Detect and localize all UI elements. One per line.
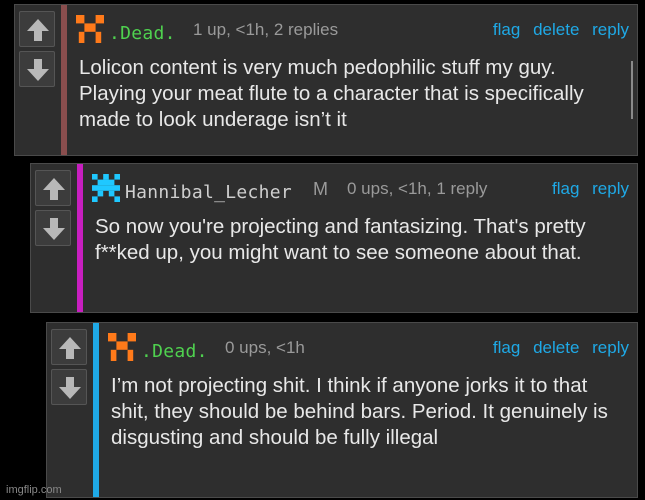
arrow-down-icon (27, 59, 49, 81)
flag-link[interactable]: flag (552, 179, 579, 198)
comment-1: .Dead. 1 up, <1h, 2 replies flag delete … (14, 4, 638, 156)
upvote-button[interactable] (35, 170, 71, 206)
comment-header: Hannibal_Lecher M 0 ups, <1h, 1 reply fl… (91, 170, 629, 204)
orange-pixel-avatar-icon[interactable] (75, 15, 105, 43)
comment-text: So now you're projecting and fantasizing… (95, 215, 586, 264)
comment-2: Hannibal_Lecher M 0 ups, <1h, 1 reply fl… (30, 163, 638, 313)
arrow-up-icon (43, 178, 65, 200)
vote-controls (15, 5, 61, 155)
comment-meta: 0 ups, <1h (225, 338, 305, 357)
scrollbar[interactable] (631, 61, 633, 119)
comment-meta: 0 ups, <1h, 1 reply (347, 179, 488, 198)
comment-text: Lolicon content is very much pedophilic … (79, 56, 584, 131)
delete-link[interactable]: delete (533, 20, 579, 39)
arrow-down-icon (43, 218, 65, 240)
reply-link[interactable]: reply (592, 20, 629, 39)
moderator-badge: M (313, 179, 328, 199)
comment-body: Hannibal_Lecher M 0 ups, <1h, 1 reply fl… (83, 164, 637, 312)
comment-3: .Dead. 0 ups, <1h flag delete reply I’m … (46, 322, 638, 498)
username-link[interactable]: .Dead. (141, 341, 208, 362)
username-link[interactable]: Hannibal_Lecher (125, 182, 292, 203)
upvote-button[interactable] (19, 11, 55, 47)
arrow-up-icon (27, 19, 49, 41)
downvote-button[interactable] (51, 369, 87, 405)
comment-header: .Dead. 0 ups, <1h flag delete reply (107, 329, 629, 363)
comment-actions: flag delete reply (485, 20, 629, 40)
vote-controls (31, 164, 77, 312)
reply-link[interactable]: reply (592, 179, 629, 198)
arrow-down-icon (59, 377, 81, 399)
comment-text: I’m not projecting shit. I think if anyo… (111, 374, 608, 449)
arrow-up-icon (59, 337, 81, 359)
comment-actions: flag reply (544, 179, 629, 199)
downvote-button[interactable] (19, 51, 55, 87)
delete-link[interactable]: delete (533, 338, 579, 357)
flag-link[interactable]: flag (493, 20, 520, 39)
vote-controls (47, 323, 93, 497)
username-link[interactable]: .Dead. (109, 23, 176, 44)
orange-pixel-avatar-icon[interactable] (107, 333, 137, 361)
comment-thread: .Dead. 1 up, <1h, 2 replies flag delete … (0, 0, 645, 500)
comment-header: .Dead. 1 up, <1h, 2 replies flag delete … (75, 11, 629, 45)
comment-actions: flag delete reply (485, 338, 629, 358)
reply-link[interactable]: reply (592, 338, 629, 357)
flag-link[interactable]: flag (493, 338, 520, 357)
comment-meta: 1 up, <1h, 2 replies (193, 20, 339, 39)
comment-body: .Dead. 1 up, <1h, 2 replies flag delete … (67, 5, 637, 155)
watermark: imgflip.com (6, 484, 62, 496)
downvote-button[interactable] (35, 210, 71, 246)
upvote-button[interactable] (51, 329, 87, 365)
blue-pixel-avatar-icon[interactable] (91, 174, 121, 202)
comment-body: .Dead. 0 ups, <1h flag delete reply I’m … (99, 323, 637, 497)
